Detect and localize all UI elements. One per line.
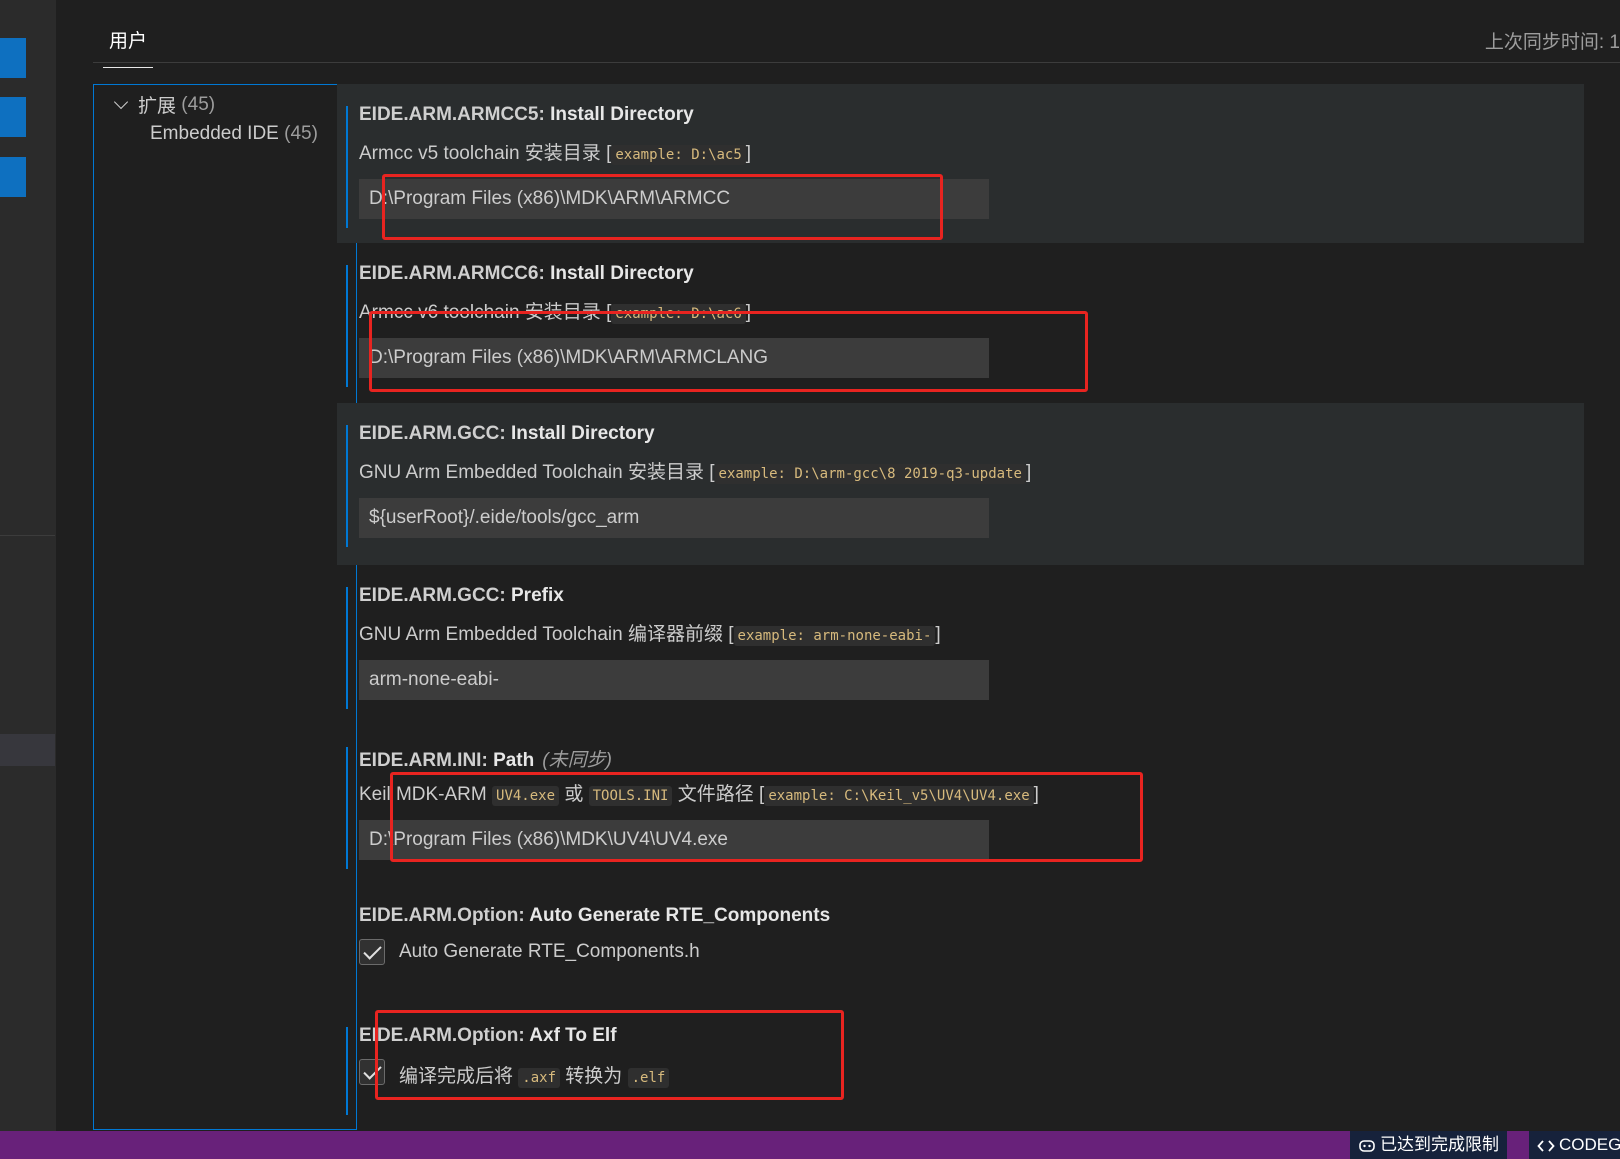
toc-group-count: (45)	[181, 93, 216, 115]
setting-title: EIDE.ARM.GCC: Prefix	[359, 585, 564, 606]
chevron-down-icon	[113, 94, 129, 109]
settings-toc: 扩展 (45) Embedded IDE (45)	[93, 84, 357, 1130]
example-code: example: D:\arm-gcc\8 2019-q3-update	[714, 464, 1026, 484]
setting-gcc-prefix: EIDE.ARM.GCC: Prefix GNU Arm Embedded To…	[337, 565, 1584, 725]
activity-button-1[interactable]	[0, 38, 26, 78]
code-icon	[1537, 1139, 1555, 1152]
setting-title: EIDE.ARM.Option: Auto Generate RTE_Compo…	[359, 905, 831, 926]
copilot-icon	[1359, 1139, 1375, 1152]
annotation-box	[375, 1010, 844, 1100]
activity-separator	[0, 535, 55, 536]
toc-group-label: 扩展	[138, 96, 177, 117]
not-synced-tag: (未同步)	[542, 750, 612, 771]
annotation-box	[369, 311, 1088, 392]
setting-title: EIDE.ARM.ARMCC5: Install Directory	[359, 104, 694, 125]
activity-button-3[interactable]	[0, 157, 26, 197]
modified-indicator	[346, 747, 348, 869]
activity-bar	[0, 0, 56, 1132]
prefix-input[interactable]: arm-none-eabi-	[359, 660, 989, 700]
checkbox-checked-icon[interactable]	[359, 939, 385, 965]
toc-item-label: Embedded IDE	[150, 123, 279, 144]
setting-gcc-install-dir: EIDE.ARM.GCC: Install Directory GNU Arm …	[337, 403, 1584, 565]
setting-auto-generate-rte: EIDE.ARM.Option: Auto Generate RTE_Compo…	[337, 885, 1584, 1005]
activity-button-2[interactable]	[0, 97, 26, 137]
setting-description: GNU Arm Embedded Toolchain 编译器前缀 [exampl…	[359, 624, 941, 646]
modified-indicator	[346, 106, 348, 228]
example-code: example: arm-none-eabi-	[733, 626, 936, 646]
modified-indicator	[346, 425, 348, 547]
status-bar: 已达到完成限制 CODEGEEX	[0, 1131, 1620, 1159]
activity-selected-row[interactable]	[0, 734, 55, 766]
tab-user[interactable]: 用户	[103, 26, 153, 68]
setting-description: Armcc v5 toolchain 安装目录 [example: D:\ac5…	[359, 143, 752, 165]
toc-group-extensions[interactable]: 扩展 (45)	[112, 91, 215, 118]
setting-title: EIDE.ARM.INI: Path (未同步)	[359, 750, 612, 771]
codegeex-item[interactable]: CODEGEEX	[1529, 1131, 1620, 1159]
completion-limit-item[interactable]: 已达到完成限制	[1350, 1131, 1507, 1159]
modified-indicator	[346, 587, 348, 709]
annotation-box	[390, 772, 1143, 862]
last-sync-label: 上次同步时间: 1	[1484, 32, 1620, 53]
setting-description: GNU Arm Embedded Toolchain 安装目录 [example…	[359, 462, 1032, 484]
settings-scope-tabs: 用户 上次同步时间: 1	[93, 0, 1620, 68]
toc-item-count: (45)	[284, 123, 318, 144]
toc-item-embedded-ide[interactable]: Embedded IDE (45)	[150, 123, 318, 145]
checkbox-label: Auto Generate RTE_Components.h	[399, 941, 700, 962]
example-code: example: D:\ac5	[611, 145, 746, 165]
modified-indicator	[346, 1027, 348, 1115]
setting-title: EIDE.ARM.GCC: Install Directory	[359, 423, 655, 444]
modified-indicator	[346, 265, 348, 387]
install-dir-input[interactable]: ${userRoot}/.eide/tools/gcc_arm	[359, 498, 989, 538]
setting-title: EIDE.ARM.ARMCC6: Install Directory	[359, 263, 694, 284]
annotation-box	[382, 174, 943, 240]
